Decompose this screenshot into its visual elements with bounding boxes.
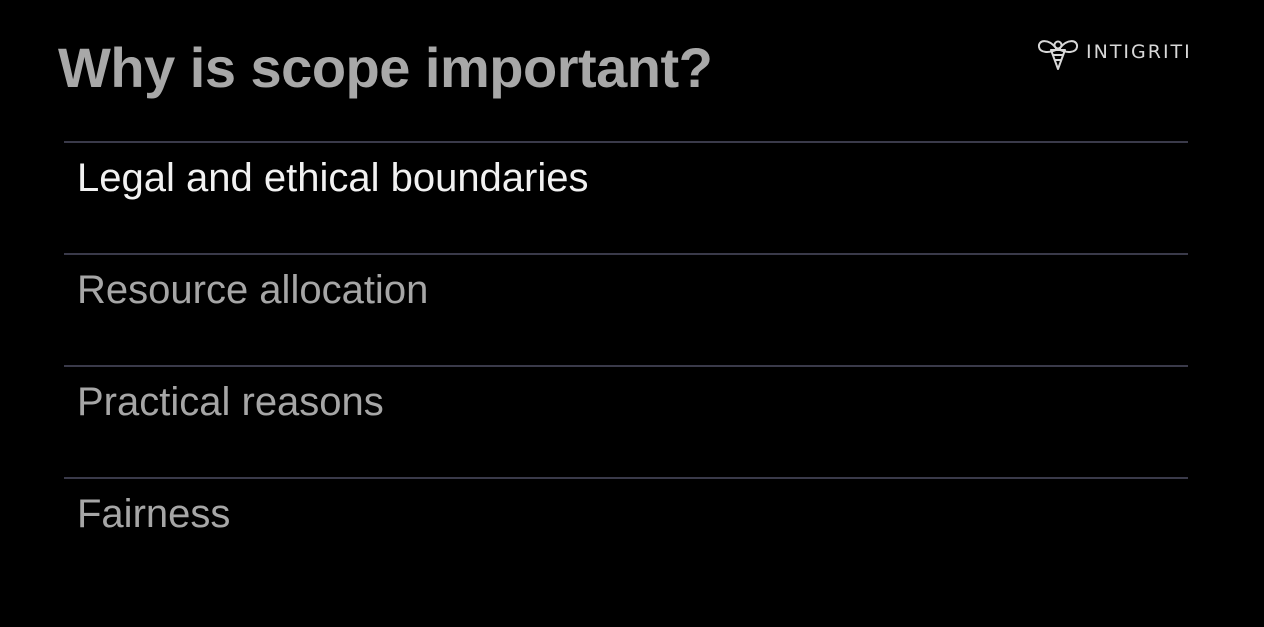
bee-icon xyxy=(1037,40,1079,70)
brand-logo: INTIGRITI xyxy=(1034,32,1192,72)
slide-title: Why is scope important? xyxy=(58,36,713,99)
list-item-label: Fairness xyxy=(77,492,231,536)
list-item: Fairness xyxy=(64,477,1188,589)
list-item-label: Practical reasons xyxy=(77,380,384,424)
list-item-label: Legal and ethical boundaries xyxy=(77,156,589,200)
list-item-label: Resource allocation xyxy=(77,268,429,312)
brand-name: INTIGRITI xyxy=(1086,41,1192,63)
list-item: Practical reasons xyxy=(64,365,1188,477)
list-item: Resource allocation xyxy=(64,253,1188,365)
list-item: Legal and ethical boundaries xyxy=(64,141,1188,253)
reason-list: Legal and ethical boundaries Resource al… xyxy=(64,141,1188,589)
